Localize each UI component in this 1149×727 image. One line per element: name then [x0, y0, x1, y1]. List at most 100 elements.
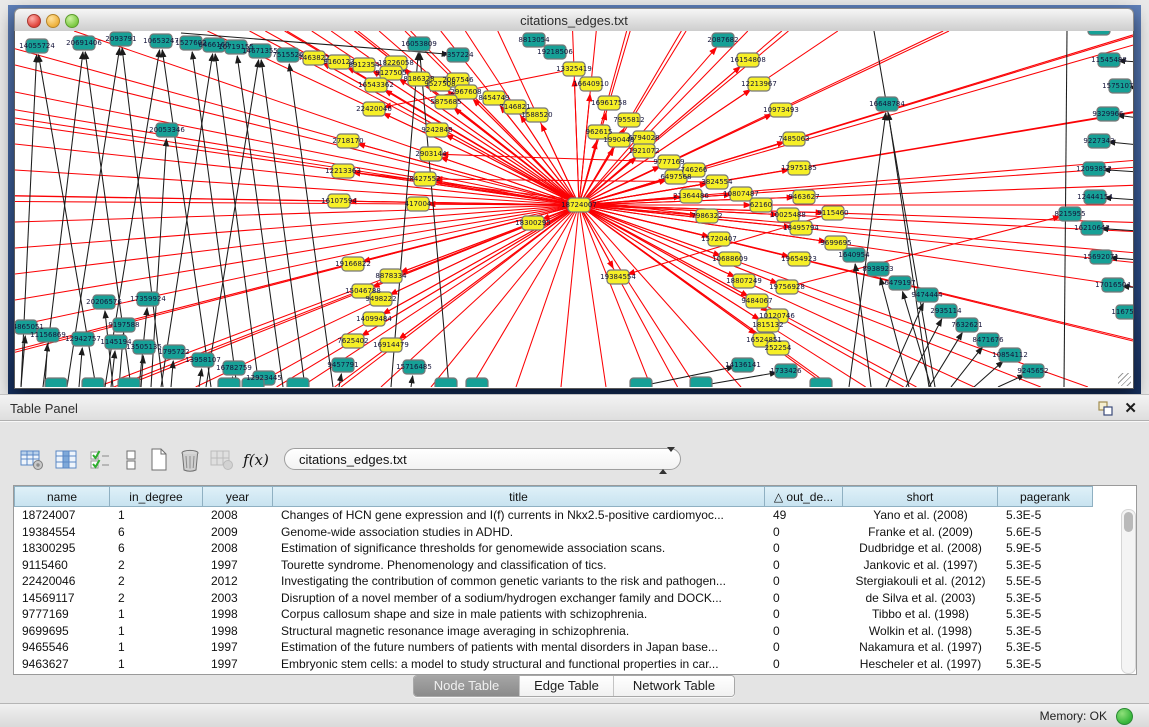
red-edge [574, 79, 579, 205]
graph-node-label: 18724007 [561, 201, 597, 209]
table-row[interactable]: 946554611997Estimation of the future num… [14, 639, 1093, 656]
table-cell: 1997 [203, 656, 273, 673]
function-builder-button[interactable]: f(x) [242, 446, 270, 474]
table-cell: 1 [110, 507, 203, 524]
table-cell: 1997 [203, 639, 273, 656]
column-header-name[interactable]: name [14, 486, 110, 507]
graph-node-label: 16648784 [869, 100, 905, 108]
column-header-out_de[interactable]: △ out_de... [765, 486, 843, 507]
table-cell: 2 [110, 573, 203, 590]
graph-node-label: 8912354 [348, 61, 380, 69]
table-cell: 2009 [203, 524, 273, 541]
checklist-icon [89, 449, 111, 471]
show-columns-button[interactable] [52, 446, 80, 474]
table-row[interactable]: 911546021997Tourette syndrome. Phenomeno… [14, 557, 1093, 574]
table-row[interactable]: 1830029562008Estimation of significance … [14, 540, 1093, 557]
column-header-in_degree[interactable]: in_degree [110, 486, 203, 507]
table-row[interactable]: 1938455462009Genome-wide association stu… [14, 524, 1093, 541]
table-row[interactable]: 969969511998Structural magnetic resonanc… [14, 623, 1093, 640]
table-options-button[interactable] [18, 446, 46, 474]
graph-node-label: 9498222 [365, 295, 396, 303]
graph-node-label: 10854112 [992, 351, 1028, 359]
tab-edge-table[interactable]: Edge Table [520, 676, 614, 696]
graph-node-label: 9115460 [817, 209, 848, 217]
graph-node-label: 2067546 [442, 76, 474, 84]
tab-network-table[interactable]: Network Table [614, 676, 734, 696]
table-row[interactable]: 1872400712008Changes of HCN gene express… [14, 507, 1093, 524]
table-cell: 1998 [203, 606, 273, 623]
table-scrollbar-thumb[interactable] [1124, 512, 1133, 532]
network-canvas-container: 1872400714055724206914062093791106532471… [14, 31, 1134, 389]
graph-node[interactable] [435, 378, 457, 387]
graph-node-label: 62160 [750, 201, 772, 209]
network-window-titlebar[interactable]: citations_edges.txt [14, 8, 1134, 32]
column-header-pagerank[interactable]: pagerank [998, 486, 1093, 507]
table-source-select[interactable]: citations_edges.txt [284, 448, 681, 470]
table-scrollbar-track[interactable] [1121, 509, 1136, 674]
graph-node[interactable] [118, 378, 140, 387]
graph-node-label: 252254 [765, 344, 792, 352]
graph-node-label: 15751074 [1102, 82, 1133, 90]
graph-node-label: 8938923 [862, 265, 893, 273]
row-height-button[interactable] [117, 446, 145, 474]
table-cell: 2 [110, 557, 203, 574]
graph-node-label: 15046788 [345, 287, 381, 295]
table-cell: 5.3E-5 [998, 590, 1093, 607]
table-cell: Changes of HCN gene expression and I(f) … [273, 507, 765, 524]
combo-arrows-icon [659, 452, 668, 468]
status-bar: Memory: OK [0, 703, 1149, 727]
tab-node-table[interactable]: Node Table [414, 676, 520, 696]
column-header-year[interactable]: year [203, 486, 273, 507]
graph-node[interactable] [82, 378, 104, 387]
import-table-button-disabled[interactable] [208, 446, 236, 474]
graph-node-label: 3824554 [701, 178, 733, 186]
black-edge [237, 56, 283, 387]
red-edge [579, 205, 606, 387]
graph-node[interactable] [218, 378, 240, 387]
table-row[interactable]: 2242004622012Investigating the contribut… [14, 573, 1093, 590]
graph-node-label: 8454749 [478, 94, 509, 102]
graph-node-label: 16640910 [573, 80, 609, 88]
table-cell: Embryonic stem cells: a model to study s… [273, 656, 765, 673]
graph-node[interactable] [45, 378, 67, 387]
graph-node[interactable] [630, 378, 652, 387]
delete-table-button[interactable] [176, 446, 204, 474]
graph-node-label: 9474444 [911, 291, 943, 299]
graph-node[interactable] [810, 378, 832, 387]
window-resize-grip[interactable] [1118, 373, 1131, 386]
table-cell: 0 [765, 590, 843, 607]
graph-node[interactable] [690, 377, 712, 387]
graph-node-label: 8215955 [1054, 210, 1085, 218]
graph-node[interactable] [287, 378, 309, 387]
application-window: citations_edges.txt 18724007140557242069… [0, 0, 1149, 727]
float-panel-icon[interactable] [1098, 401, 1113, 416]
table-cell: 5.3E-5 [998, 656, 1093, 673]
new-table-button[interactable] [145, 446, 173, 474]
close-panel-icon[interactable]: ✕ [1124, 399, 1137, 417]
table-cell: 6 [110, 524, 203, 541]
graph-node-label: 10688609 [712, 255, 748, 263]
graph-node-label: 16782759 [216, 364, 252, 372]
fx-icon: f(x) [243, 451, 269, 469]
network-canvas[interactable]: 1872400714055724206914062093791106532471… [15, 31, 1133, 387]
column-header-short[interactable]: short [843, 486, 998, 507]
trash-icon [179, 448, 201, 472]
column-header-title[interactable]: title [273, 486, 765, 507]
new-document-icon [149, 448, 169, 472]
table-row[interactable]: 977716911998Corpus callosum shape and si… [14, 606, 1093, 623]
table-cell: Wolkin et al. (1998) [843, 623, 998, 640]
graph-node-label: 8813054 [518, 36, 550, 44]
graph-node-label: 19654923 [781, 255, 817, 263]
black-edge [161, 54, 213, 387]
graph-node[interactable] [466, 378, 488, 387]
select-rows-button[interactable] [86, 446, 114, 474]
graph-node-label: 1167533 [1111, 308, 1133, 316]
table-header-row: namein_degreeyeartitle△ out_de...shortpa… [14, 486, 1093, 507]
black-edge [888, 113, 929, 387]
table-cell: 1 [110, 606, 203, 623]
table-row[interactable]: 946362711997Embryonic stem cells: a mode… [14, 656, 1093, 673]
table-cell: 22420046 [14, 573, 110, 590]
table-row[interactable]: 1456911722003Disruption of a novel membe… [14, 590, 1093, 607]
graph-node-label: 2903144 [415, 150, 447, 158]
graph-node-label: 17359924 [130, 295, 166, 303]
